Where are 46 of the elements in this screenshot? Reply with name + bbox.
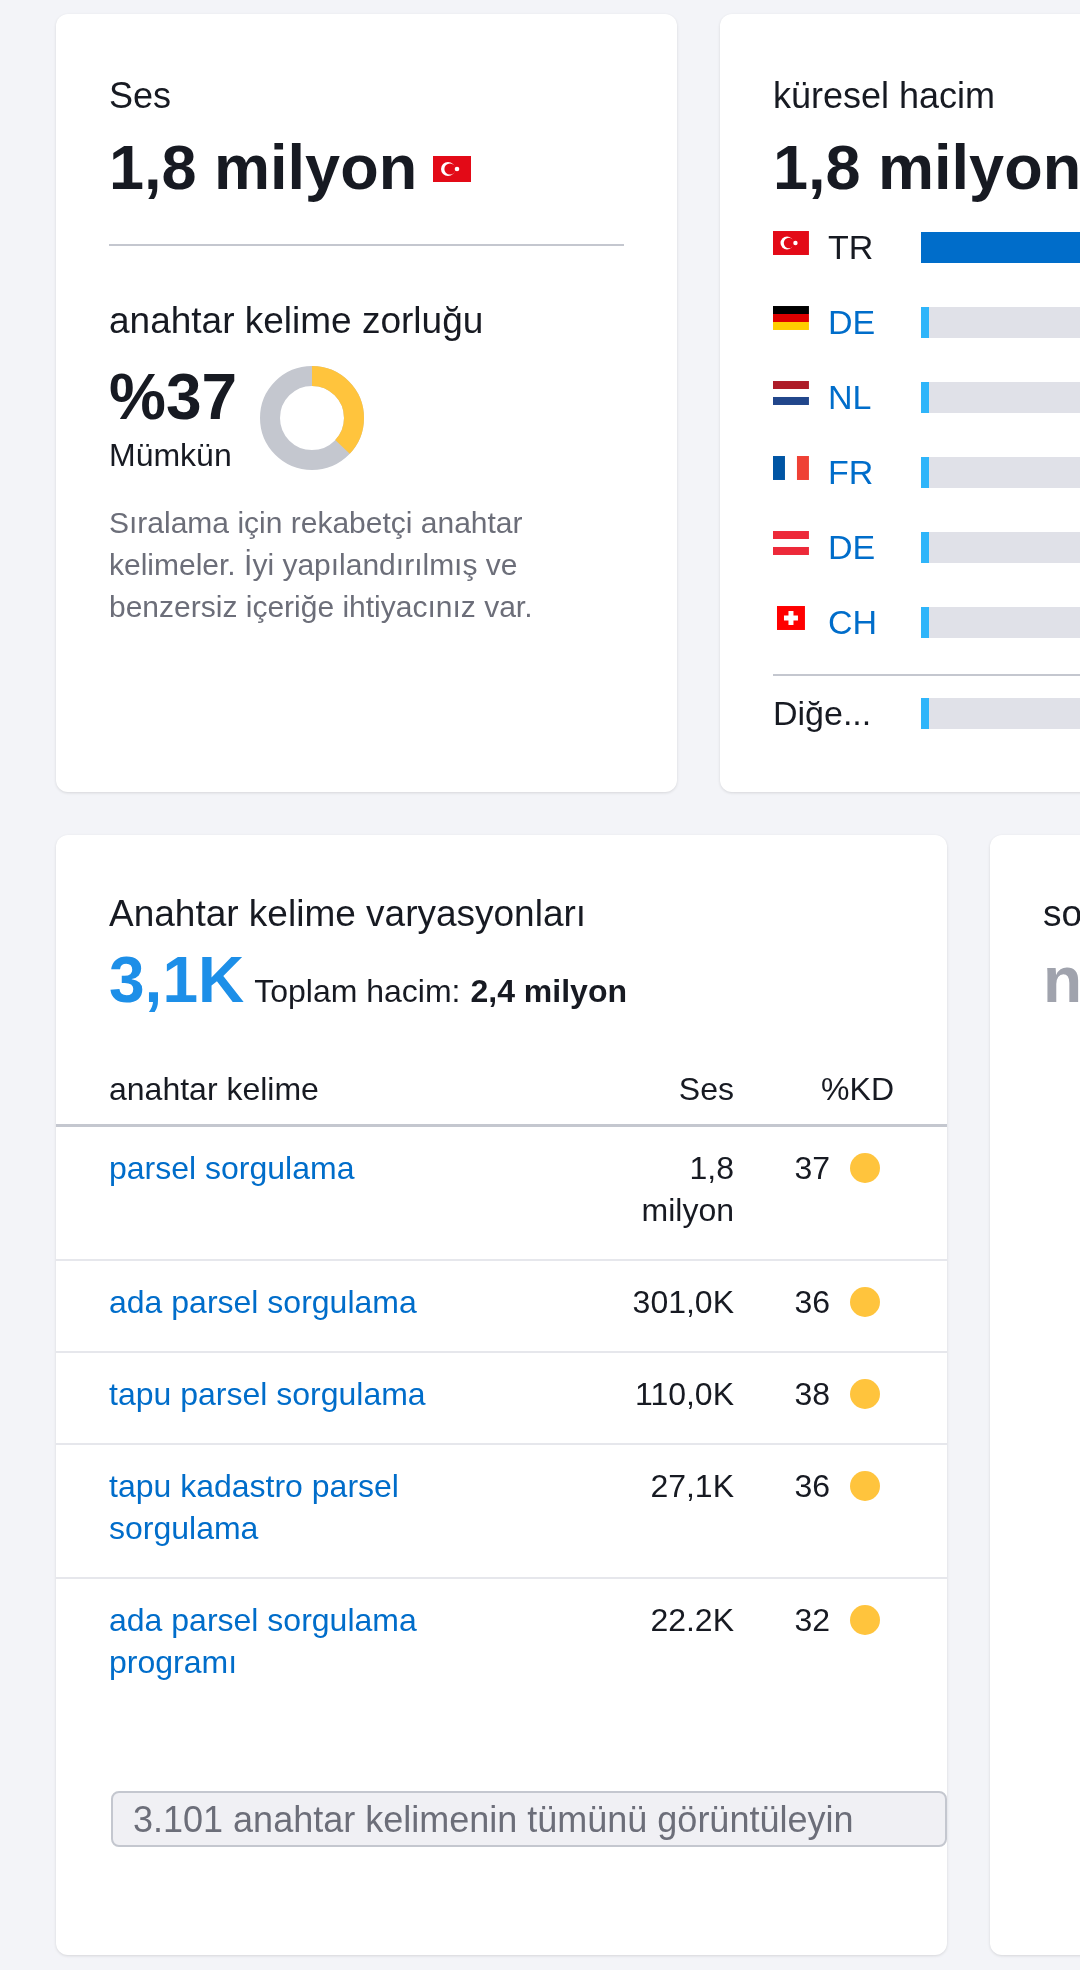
kd-cell-text: 36	[794, 1283, 830, 1322]
flag-icon	[433, 156, 472, 182]
flag-icon	[773, 530, 809, 555]
total-volume-label: Toplam hacim:	[254, 972, 461, 1011]
view-all-keywords-button[interactable]: 3.101 anahtar kelimenin tümünü görüntüleyin	[111, 1791, 947, 1847]
keyword-link[interactable]: parsel sorgulama	[109, 1147, 509, 1189]
country-label: TR	[827, 227, 875, 268]
country-label: Diğe...	[773, 693, 873, 734]
volume-cell-text: 22.2K	[649, 1601, 734, 1640]
kd-cell-text: 32	[794, 1601, 830, 1640]
volume-cell-text: 1,8 milyon	[640, 1149, 734, 1230]
volume-label: Ses	[109, 76, 172, 116]
volume-cell-text: 110,0K	[633, 1375, 734, 1414]
kd-cell-text: 38	[794, 1375, 830, 1414]
country-link[interactable]: DE	[827, 522, 921, 573]
flag-icon	[773, 230, 809, 255]
difficulty-value: %37	[109, 362, 238, 432]
keyword-link[interactable]: ada parsel sorgulama	[109, 1281, 509, 1323]
column-header: Ses	[677, 1069, 734, 1109]
country-link[interactable]: NL	[827, 372, 921, 423]
column-header: anahtar kelime	[109, 1069, 320, 1109]
variations-count: 3,1K	[109, 945, 245, 1015]
column-header: %KD	[820, 1069, 894, 1109]
card-value: n	[1043, 945, 1080, 1015]
kd-cell-text: 37	[794, 1149, 830, 1188]
flag-icon	[773, 380, 809, 405]
flag-icon	[773, 455, 809, 480]
card-title: so	[1043, 893, 1080, 935]
flag-icon	[773, 305, 809, 330]
country-link[interactable]: CH	[827, 597, 921, 648]
variations-title: Anahtar kelime varyasyonları	[109, 893, 587, 935]
country-link[interactable]: DE	[827, 297, 921, 348]
kd-cell-text: 36	[794, 1467, 830, 1506]
difficulty-rating: Mümkün	[109, 436, 232, 474]
volume-cell-text: 27,1K	[649, 1467, 734, 1506]
global-volume-label: küresel hacim	[773, 76, 996, 116]
volume-value: 1,8 milyon	[109, 132, 418, 202]
volume-cell-text: 301,0K	[631, 1283, 734, 1322]
difficulty-label: anahtar kelime zorluğu	[109, 300, 484, 342]
difficulty-description: Sıralama için rekabetçi anahtar kelimeler. İyi yapılandırılmış ve benzersiz içeriğe ihtiyacınız var.	[109, 505, 534, 625]
country-link[interactable]: FR	[827, 447, 921, 498]
keyword-link[interactable]: tapu kadastro parsel sorgulama	[109, 1465, 509, 1549]
keyword-link[interactable]: tapu parsel sorgulama	[109, 1373, 509, 1415]
keyword-link[interactable]: ada parsel sorgulama programı	[109, 1599, 509, 1683]
total-volume-value: 2,4 milyon	[470, 972, 627, 1011]
global-volume-value: 1,8 milyon	[773, 132, 1080, 202]
